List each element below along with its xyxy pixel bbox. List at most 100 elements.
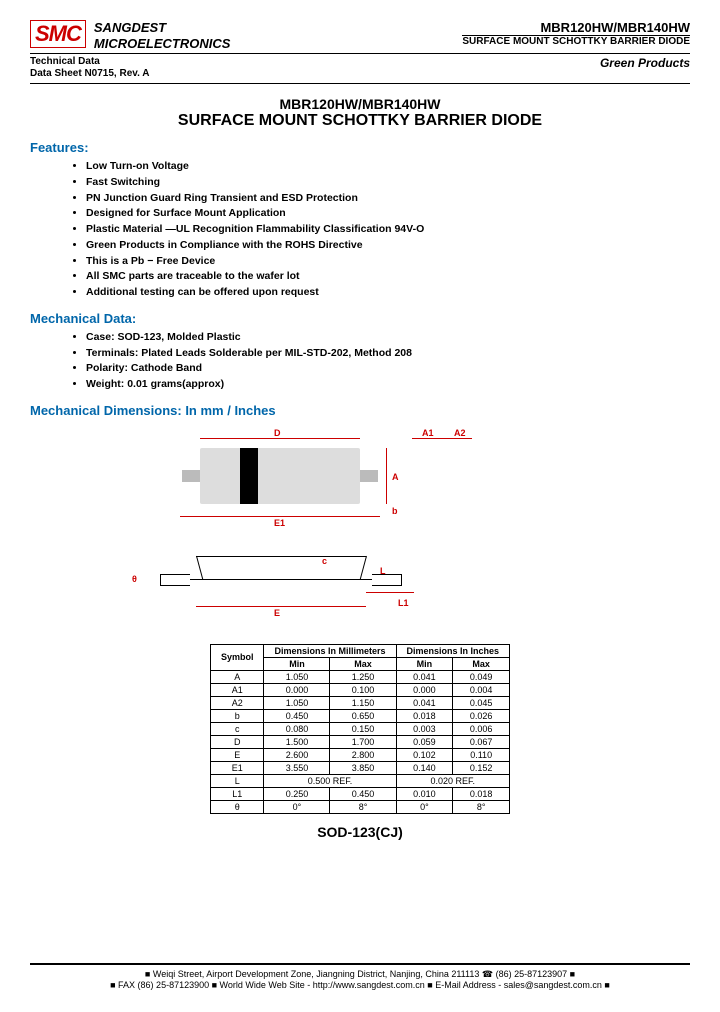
features-heading: Features: xyxy=(30,140,690,155)
feature-item: All SMC parts are traceable to the wafer… xyxy=(86,269,690,285)
table-row: θ0°8°0°8° xyxy=(210,800,509,813)
cell: 0.450 xyxy=(264,709,330,722)
th-max: Max xyxy=(453,657,510,670)
header: SMC SANGDEST MICROELECTRONICS MBR120HW/M… xyxy=(30,20,690,54)
dim-line-d xyxy=(200,438,360,439)
dim-label-a1: A1 xyxy=(422,428,434,438)
cell: 0.018 xyxy=(396,709,453,722)
dim-label-d: D xyxy=(274,428,281,438)
cell: b xyxy=(210,709,264,722)
cell: 0° xyxy=(396,800,453,813)
mechanical-dimensions-heading: Mechanical Dimensions: In mm / Inches xyxy=(30,403,690,418)
dim-line-a1a2 xyxy=(412,438,472,439)
cell: c xyxy=(210,722,264,735)
cell: 0.150 xyxy=(330,722,396,735)
features-list: Low Turn-on Voltage Fast Switching PN Ju… xyxy=(86,159,690,301)
feature-item: Low Turn-on Voltage xyxy=(86,159,690,175)
cell: 0.110 xyxy=(453,748,510,761)
cell: 1.050 xyxy=(264,670,330,683)
feature-item: Fast Switching xyxy=(86,175,690,191)
cell: 0.059 xyxy=(396,735,453,748)
dim-label-l1: L1 xyxy=(398,598,409,608)
feature-item: Designed for Surface Mount Application xyxy=(86,206,690,222)
cell: 0.500 REF. xyxy=(264,774,396,787)
dim-line-l1 xyxy=(366,592,414,593)
title-product-type: SURFACE MOUNT SCHOTTKY BARRIER DIODE xyxy=(30,112,690,130)
cell: A1 xyxy=(210,683,264,696)
cell: 0.041 xyxy=(396,670,453,683)
cell: 0.650 xyxy=(330,709,396,722)
cell: 0.067 xyxy=(453,735,510,748)
cell: 8° xyxy=(453,800,510,813)
cell: A xyxy=(210,670,264,683)
company-logo: SMC xyxy=(30,20,86,48)
cell: 1.150 xyxy=(330,696,396,709)
dim-line-a xyxy=(386,448,387,504)
cell: 0.000 xyxy=(264,683,330,696)
mech-data-item: Case: SOD-123, Molded Plastic xyxy=(86,330,690,346)
cell: L1 xyxy=(210,787,264,800)
th-max: Max xyxy=(330,657,396,670)
cell: 1.500 xyxy=(264,735,330,748)
package-diagram: D A1 A2 A b E1 θ E c L L1 xyxy=(30,426,690,636)
green-products-label: Green Products xyxy=(600,56,690,80)
sv-top xyxy=(196,556,366,557)
cell: E1 xyxy=(210,761,264,774)
mechanical-data-heading: Mechanical Data: xyxy=(30,311,690,326)
table-row: E13.5503.8500.1400.152 xyxy=(210,761,509,774)
cell: 3.550 xyxy=(264,761,330,774)
cell: 0.100 xyxy=(330,683,396,696)
footer-line2: ■ FAX (86) 25-87123900 ■ World Wide Web … xyxy=(30,980,690,992)
th-min: Min xyxy=(264,657,330,670)
sv-side-r xyxy=(360,556,367,579)
cell: E xyxy=(210,748,264,761)
sv-lead-l xyxy=(160,574,190,586)
cell: 8° xyxy=(330,800,396,813)
company-line2: MICROELECTRONICS xyxy=(94,36,231,52)
cell: θ xyxy=(210,800,264,813)
table-row: b0.4500.6500.0180.026 xyxy=(210,709,509,722)
cell: 0.102 xyxy=(396,748,453,761)
dimensions-table: Symbol Dimensions In Millimeters Dimensi… xyxy=(210,644,510,814)
dim-label-a2: A2 xyxy=(454,428,466,438)
cell: 2.800 xyxy=(330,748,396,761)
main-title: MBR120HW/MBR140HW SURFACE MOUNT SCHOTTKY… xyxy=(30,96,690,130)
header-part-number: MBR120HW/MBR140HW xyxy=(462,20,690,36)
cell: 0.003 xyxy=(396,722,453,735)
cell: 0.152 xyxy=(453,761,510,774)
cell: 0.049 xyxy=(453,670,510,683)
feature-item: This is a Pb − Free Device xyxy=(86,254,690,270)
cell: 0.450 xyxy=(330,787,396,800)
table-row: E2.6002.8000.1020.110 xyxy=(210,748,509,761)
cell: 0.080 xyxy=(264,722,330,735)
subheader: Technical Data Data Sheet N0715, Rev. A … xyxy=(30,56,690,84)
cell: 0.045 xyxy=(453,696,510,709)
header-right: MBR120HW/MBR140HW SURFACE MOUNT SCHOTTKY… xyxy=(462,20,690,51)
company-line1: SANGDEST xyxy=(94,20,231,36)
feature-item: Green Products in Compliance with the RO… xyxy=(86,238,690,254)
dim-label-e: E xyxy=(274,608,280,618)
th-min: Min xyxy=(396,657,453,670)
mechanical-data-list: Case: SOD-123, Molded Plastic Terminals:… xyxy=(86,330,690,393)
cell: 0.026 xyxy=(453,709,510,722)
table-row: D1.5001.7000.0590.067 xyxy=(210,735,509,748)
cell: 0.020 REF. xyxy=(396,774,510,787)
mech-data-item: Polarity: Cathode Band xyxy=(86,361,690,377)
title-part-number: MBR120HW/MBR140HW xyxy=(30,96,690,112)
th-in: Dimensions In Inches xyxy=(396,644,510,657)
cell: 0.006 xyxy=(453,722,510,735)
cell: 0.004 xyxy=(453,683,510,696)
tech-data-line1: Technical Data xyxy=(30,56,150,68)
table-row: A10.0000.1000.0000.004 xyxy=(210,683,509,696)
dim-label-l: L xyxy=(380,566,386,576)
technical-data-block: Technical Data Data Sheet N0715, Rev. A xyxy=(30,56,150,80)
cell: 3.850 xyxy=(330,761,396,774)
package-name: SOD-123(CJ) xyxy=(30,824,690,840)
cell: 0.250 xyxy=(264,787,330,800)
dim-line-e xyxy=(196,606,366,607)
th-mm: Dimensions In Millimeters xyxy=(264,644,396,657)
device-body-icon xyxy=(200,448,360,504)
cell: 1.050 xyxy=(264,696,330,709)
table-header-row: Symbol Dimensions In Millimeters Dimensi… xyxy=(210,644,509,657)
feature-item: Additional testing can be offered upon r… xyxy=(86,285,690,301)
